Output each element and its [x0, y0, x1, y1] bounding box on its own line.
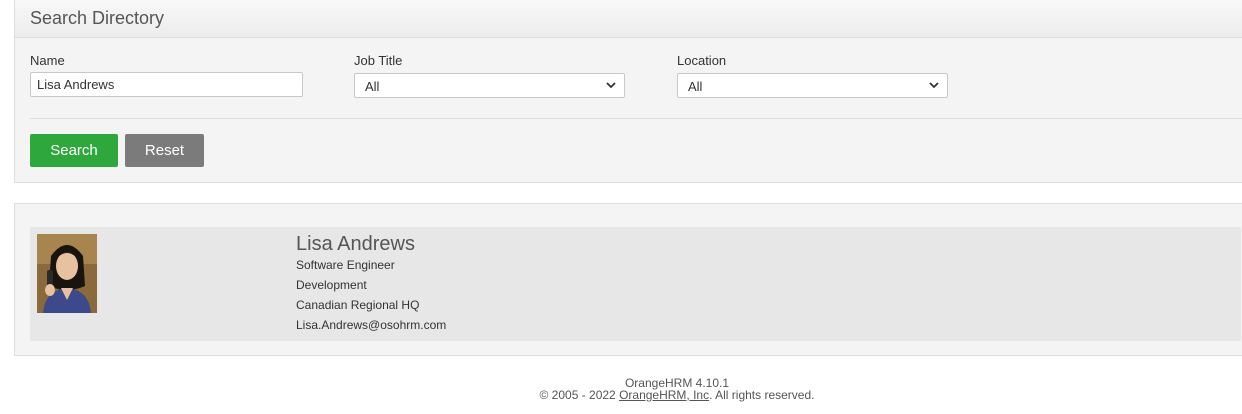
panel-header [15, 0, 1242, 38]
employee-name[interactable]: Lisa Andrews [296, 233, 415, 256]
location-selected-value: All [688, 79, 703, 94]
employee-card[interactable]: Lisa Andrews Software Engineer Developme… [30, 227, 1241, 341]
job-title-label: Job Title [354, 53, 403, 68]
company-link[interactable]: OrangeHRM, Inc [619, 388, 709, 402]
employee-location: Canadian Regional HQ [296, 298, 420, 312]
name-input[interactable] [30, 72, 303, 97]
employee-email: Lisa.Andrews@osohrm.com [296, 318, 447, 332]
results-panel: Lisa Andrews Software Engineer Developme… [14, 203, 1242, 356]
copyright-suffix: . All rights reserved. [709, 388, 815, 402]
reset-button[interactable]: Reset [125, 134, 204, 167]
form-divider [30, 118, 1242, 119]
job-title-select[interactable]: All [354, 73, 625, 98]
employee-department: Development [296, 278, 367, 292]
location-select[interactable]: All [677, 73, 948, 98]
chevron-down-icon [929, 82, 939, 89]
chevron-down-icon [606, 82, 616, 89]
location-label: Location [677, 53, 727, 68]
search-button[interactable]: Search [30, 134, 118, 167]
copyright-prefix: © 2005 - 2022 [539, 388, 620, 402]
avatar [37, 234, 97, 313]
footer-copyright: © 2005 - 2022 OrangeHRM, Inc. All rights… [0, 388, 1242, 402]
search-directory-panel: Search Directory Name Job Title All Loca… [14, 0, 1242, 183]
employee-job-title: Software Engineer [296, 258, 395, 272]
name-label: Name [30, 53, 65, 68]
job-title-selected-value: All [365, 79, 380, 94]
panel-title: Search Directory [30, 8, 165, 28]
